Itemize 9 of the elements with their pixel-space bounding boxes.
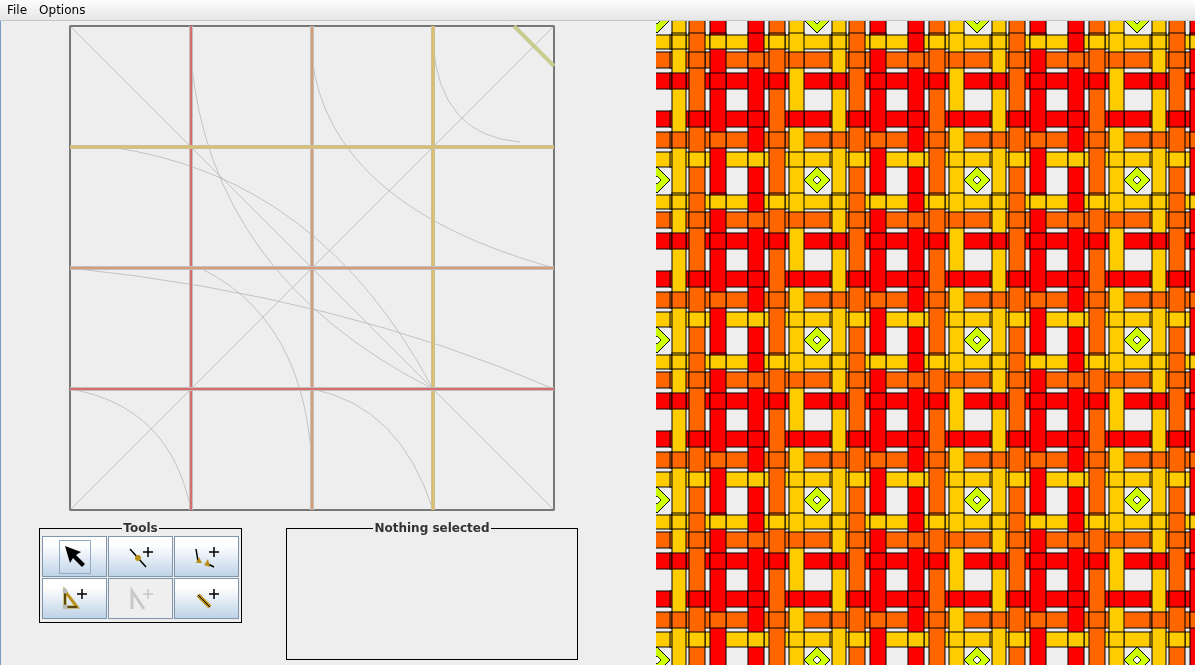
- tool-button[interactable]: [42, 536, 107, 577]
- arrow-pointer-icon: [62, 543, 87, 570]
- tool-button[interactable]: [174, 536, 239, 577]
- panel-title: Tools: [122, 522, 159, 534]
- tool-button[interactable]: [42, 578, 107, 619]
- menu-item[interactable]: File: [2, 3, 33, 17]
- tool-button[interactable]: [108, 536, 173, 577]
- panel-title: Nothing selected: [373, 522, 491, 534]
- menu-item[interactable]: Options: [34, 3, 91, 17]
